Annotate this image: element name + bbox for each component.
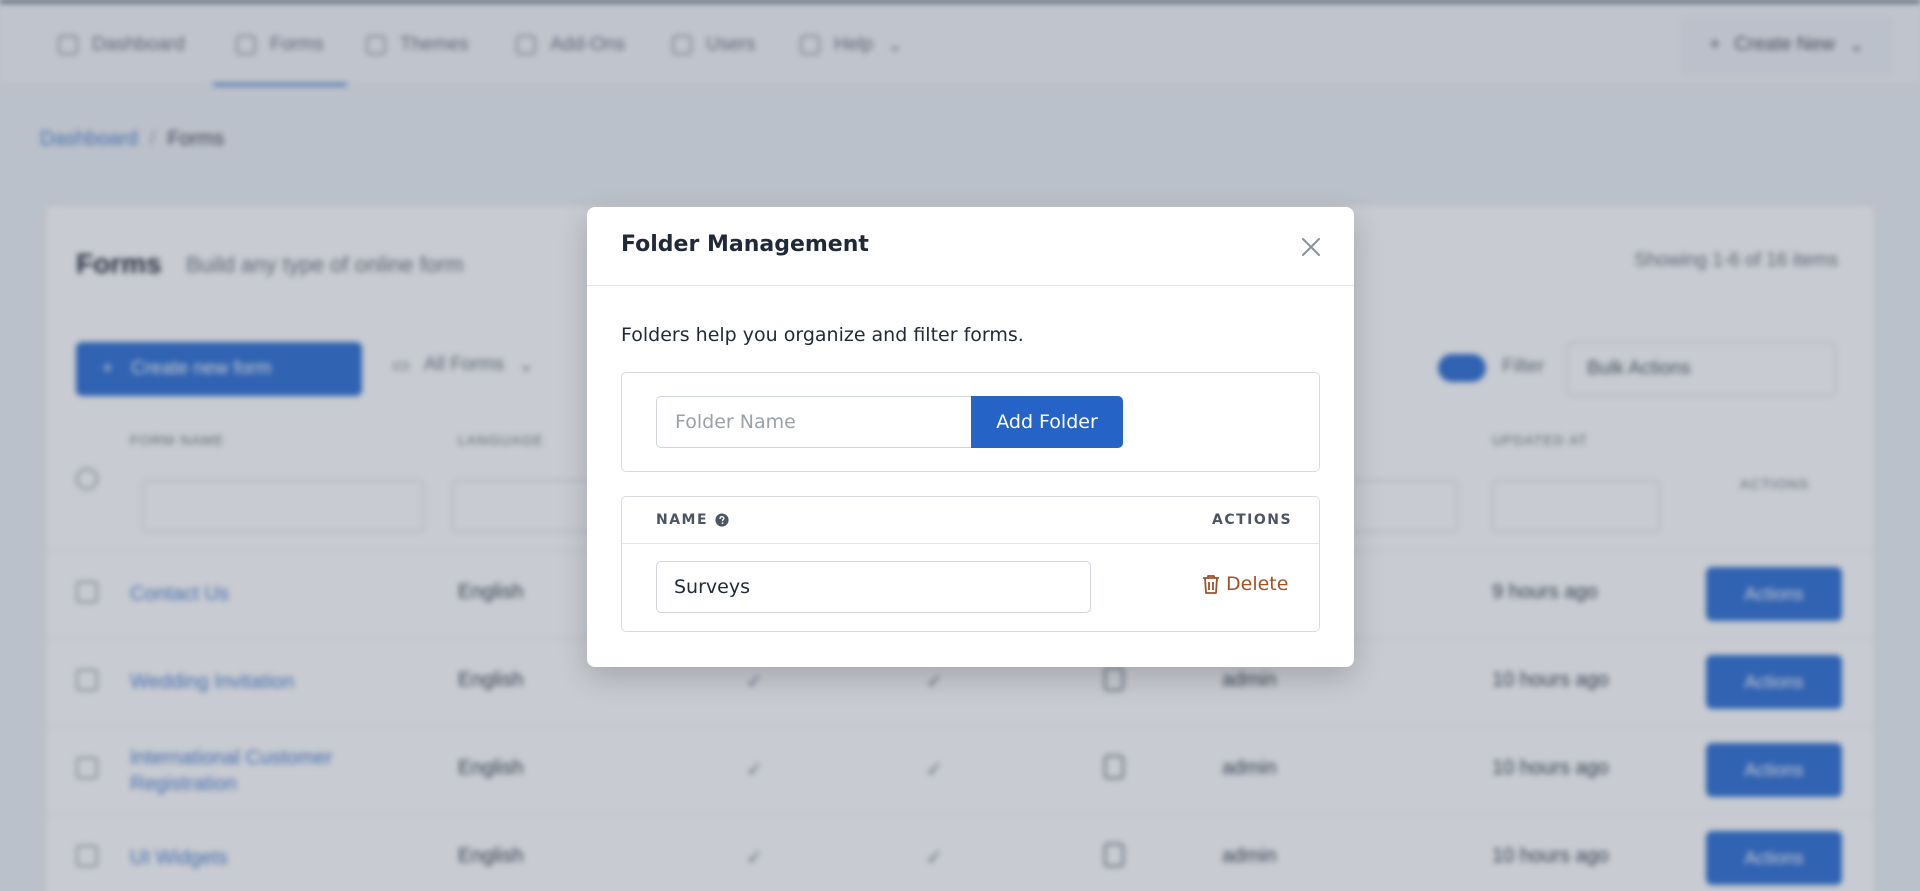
folder-management-modal: Folder Management Folders help you organ… [587,207,1354,667]
folders-table-header: NAME ACTIONS [622,497,1319,544]
modal-header: Folder Management [587,207,1354,286]
question-circle-icon[interactable] [715,513,729,527]
name-header-label: NAME [656,512,709,528]
folder-row: Delete [622,544,1319,631]
folder-name-edit-input[interactable] [656,561,1091,613]
modal-description: Folders help you organize and filter for… [621,324,1024,346]
delete-label: Delete [1226,573,1289,595]
delete-folder-button[interactable]: Delete [1202,573,1288,595]
name-column-header: NAME [656,512,729,528]
modal-title: Folder Management [621,232,869,257]
trash-icon [1203,575,1219,594]
folder-name-input[interactable] [656,396,972,448]
add-folder-panel: Add Folder [621,372,1320,472]
actions-column-header: ACTIONS [1212,512,1293,528]
folders-table: NAME ACTIONS Delete [621,496,1320,632]
add-folder-button[interactable]: Add Folder [971,396,1123,448]
close-icon[interactable] [1299,235,1323,259]
